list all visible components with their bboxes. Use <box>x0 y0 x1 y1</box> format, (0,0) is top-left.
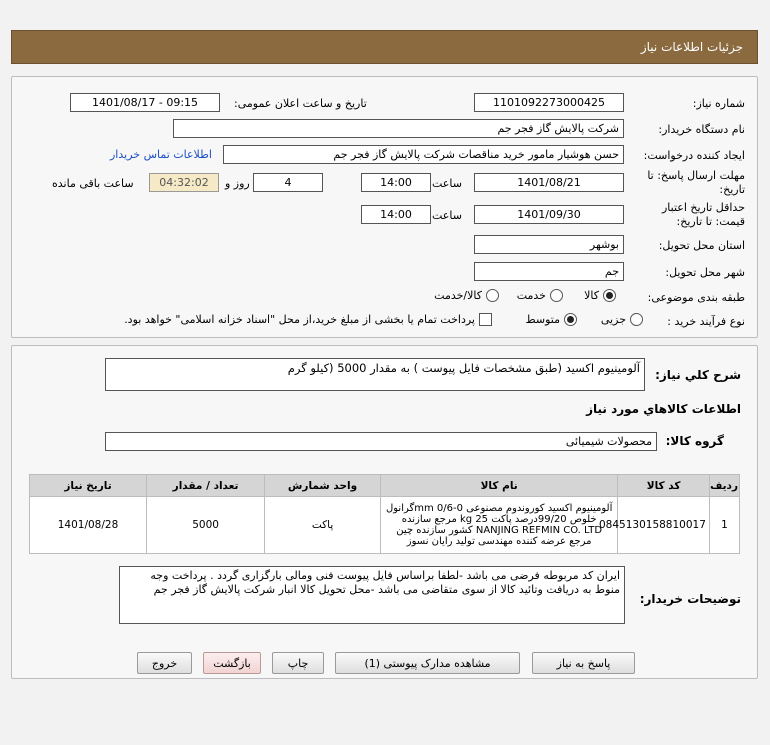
reply-to-need-button[interactable]: پاسخ به نیاز <box>532 652 635 674</box>
treasury-payment-checkbox[interactable] <box>479 313 492 326</box>
cell-quantity: 5000 <box>146 496 266 554</box>
announce-label: تاریخ و ساعت اعلان عمومی: <box>234 97 367 110</box>
reply-deadline-label: مهلت ارسال پاسخ: تا <box>647 169 745 182</box>
reply-date-field: 1401/08/21 <box>474 173 624 192</box>
validity-label-2: قیمت: تا تاریخ: <box>676 215 745 228</box>
goods-table: ردیف کد کالا نام کالا واحد شمارش تعداد /… <box>28 474 741 554</box>
process-minor-radio[interactable] <box>630 313 643 326</box>
summary-label: شرح کلي نياز: <box>655 368 741 382</box>
column-header: تعداد / مقدار <box>146 474 266 497</box>
cell-need-date: 1401/08/28 <box>28 496 148 554</box>
validity-time-label: ساعت <box>432 209 462 222</box>
days-label: روز و <box>225 177 250 190</box>
validity-time-field: 14:00 <box>361 205 431 224</box>
cell-row-number: 1 <box>708 496 741 554</box>
cell-unit: پاکت <box>264 496 381 554</box>
category-option-goods-service[interactable]: کالا/خدمت <box>434 289 499 302</box>
process-label: نوع فرآیند خرید : <box>667 315 745 328</box>
back-button[interactable]: بازگشت <box>203 652 261 674</box>
remaining-label: ساعت باقی مانده <box>52 177 134 190</box>
cell-goods-code: 0845130158810017 <box>599 496 710 554</box>
reply-time-field: 14:00 <box>361 173 431 192</box>
creator-label: ایجاد کننده درخواست: <box>643 149 745 162</box>
page-header: جزئیات اطلاعات نیاز <box>11 30 758 64</box>
view-attachments-button[interactable]: مشاهده مدارک پیوستی (1) <box>335 652 520 674</box>
process-option-minor[interactable]: جزیی <box>601 313 643 326</box>
need-number-field: 1101092273000425 <box>474 93 624 112</box>
buyer-label: نام دستگاه خریدار: <box>658 123 745 136</box>
goods-group-label: گروه کالا: <box>665 434 724 448</box>
category-service-radio[interactable] <box>550 289 563 302</box>
need-details-panel: شرح کلي نياز: آلومینیوم اکسید (طبق مشخصا… <box>11 345 758 679</box>
city-field: جم <box>474 262 624 281</box>
category-option-service[interactable]: خدمت <box>517 289 563 302</box>
province-field: بوشهر <box>474 235 624 254</box>
process-medium-radio[interactable] <box>564 313 577 326</box>
payment-note: پرداخت تمام یا بخشی از مبلغ خرید،از محل … <box>124 313 475 326</box>
treasury-payment-option[interactable]: پرداخت تمام یا بخشی از مبلغ خرید،از محل … <box>124 313 492 326</box>
announce-field: 1401/08/17 - 09:15 <box>70 93 220 112</box>
print-button[interactable]: چاپ <box>272 652 324 674</box>
province-label: استان محل تحویل: <box>658 239 745 252</box>
column-header: تاریخ نیاز <box>28 474 148 497</box>
need-number-label: شماره نیاز: <box>692 97 745 110</box>
column-header: واحد شمارش <box>264 474 381 497</box>
days-field: 4 <box>253 173 323 192</box>
validity-date-field: 1401/09/30 <box>474 205 624 224</box>
validity-label: حداقل تاریخ اعتبار <box>661 201 745 214</box>
reply-deadline-label-2: تاریخ: <box>719 183 745 196</box>
column-header: نام کالا <box>379 474 619 497</box>
goods-group-field: محصولات شیمیائی <box>105 432 657 451</box>
table-row: 1 0845130158810017 آلومینیوم اکسید کورون… <box>28 496 741 554</box>
table-header-row: ردیف کد کالا نام کالا واحد شمارش تعداد /… <box>28 474 741 497</box>
exit-button[interactable]: خروج <box>137 652 192 674</box>
goods-info-title: اطلاعات کالاهاي مورد نياز <box>586 402 741 416</box>
cell-goods-name: آلومینیوم اکسید کوروندوم مصنوعی mm 0/6-0… <box>379 496 619 554</box>
summary-field: آلومینیوم اکسید (طبق مشخصات فایل پیوست )… <box>105 358 645 391</box>
buyer-field: شرکت پالایش گاز فجر جم <box>173 119 624 138</box>
reply-time-label: ساعت <box>432 177 462 190</box>
column-header: کد کالا <box>617 474 710 497</box>
column-header: ردیف <box>708 474 741 497</box>
buyer-notes-label: توضیحات خریدار: <box>639 592 741 606</box>
need-info-panel: شماره نیاز: 1101092273000425 تاریخ و ساع… <box>11 76 758 338</box>
page-title: جزئیات اطلاعات نیاز <box>640 40 743 54</box>
buyer-contact-link[interactable]: اطلاعات تماس خریدار <box>110 148 212 161</box>
buyer-notes-field: ایران کد مربوطه فرضی می باشد -لطفا براسا… <box>119 566 625 624</box>
remaining-time-field: 04:32:02 <box>149 173 219 192</box>
city-label: شهر محل تحویل: <box>665 266 745 279</box>
category-goods-radio[interactable] <box>603 289 616 302</box>
creator-field: حسن هوشیار مامور خرید مناقصات شرکت پالای… <box>223 145 624 164</box>
category-label: طبقه بندی موضوعی: <box>647 291 745 304</box>
category-goods-service-radio[interactable] <box>486 289 499 302</box>
category-option-goods[interactable]: کالا <box>584 289 616 302</box>
process-option-medium[interactable]: متوسط <box>525 313 577 326</box>
